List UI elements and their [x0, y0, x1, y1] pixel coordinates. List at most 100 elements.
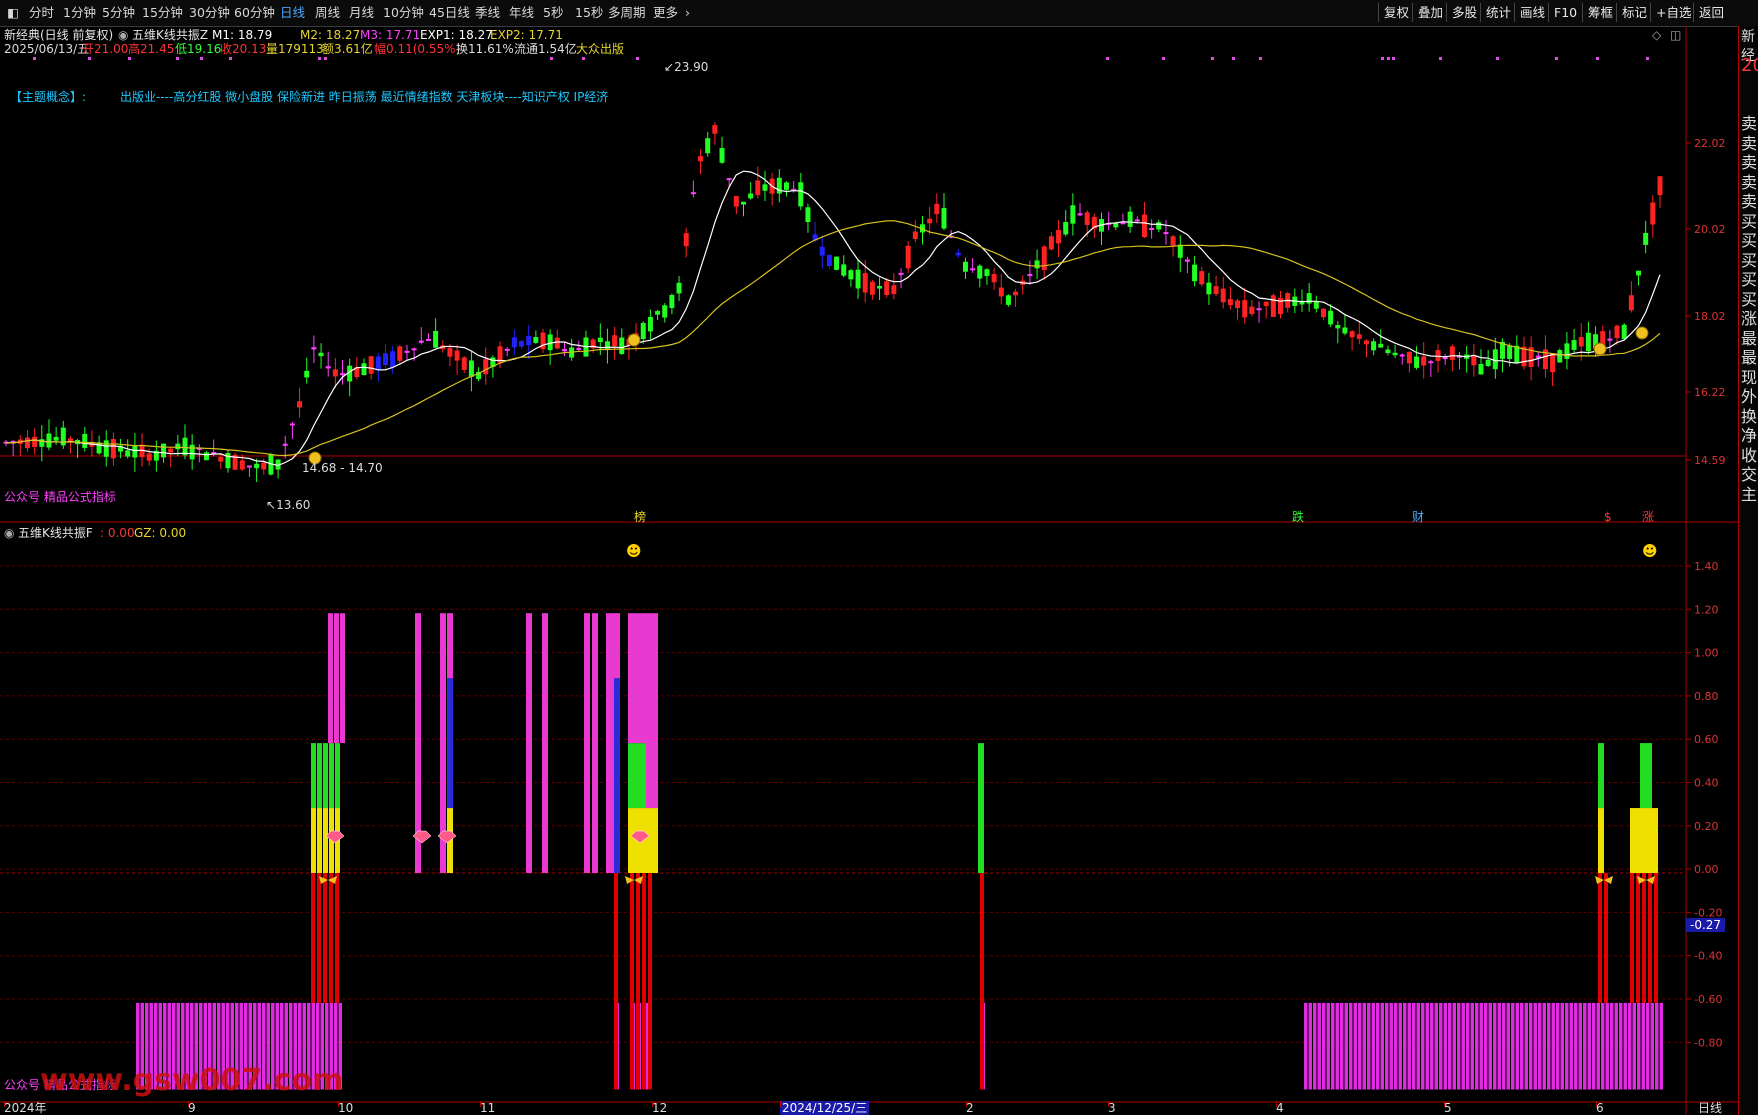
gear-icon[interactable]: ◉	[118, 28, 128, 42]
tab-5min[interactable]: 5分钟	[99, 4, 138, 22]
event-marker-bang[interactable]: 榜	[634, 510, 646, 524]
candle-body	[254, 463, 260, 469]
candle-body	[869, 281, 875, 295]
site-watermark: www.gsw007.com	[40, 1063, 344, 1098]
neg-magenta-bar	[1394, 1002, 1398, 1090]
candle-body	[103, 440, 109, 457]
window-icon[interactable]: ◧	[4, 4, 22, 22]
candle-body	[1428, 361, 1434, 364]
neg-magenta-bar	[1506, 1002, 1510, 1090]
tab-quarterly[interactable]: 季线	[472, 4, 503, 22]
pos-stack-segment	[1640, 743, 1646, 809]
neg-magenta-bar	[1434, 1002, 1438, 1090]
event-marker-die[interactable]: 跌	[1292, 510, 1304, 524]
candle-body	[189, 444, 195, 460]
pos-stack-segment	[652, 808, 658, 873]
collapse-icon[interactable]: ◇	[1652, 28, 1661, 42]
pos-stack-segment	[634, 743, 640, 809]
tab-15sec[interactable]: 15秒	[572, 4, 606, 22]
multi-stock-button[interactable]: 多股	[1446, 3, 1482, 22]
candle-body	[762, 184, 768, 191]
pos-stack-segment	[317, 808, 322, 873]
tab-30min[interactable]: 30分钟	[186, 4, 233, 22]
candle-body	[819, 246, 825, 256]
sub-gear-icon[interactable]: ◉	[4, 526, 14, 540]
candle-body	[984, 269, 990, 276]
right-panel-item: 买	[1741, 211, 1758, 231]
tab-15min[interactable]: 15分钟	[139, 4, 186, 22]
candle-body	[533, 337, 539, 343]
candle-body	[1385, 349, 1391, 354]
candle-body	[1149, 227, 1155, 230]
right-panel-item: 换	[1741, 406, 1758, 426]
candle-body	[461, 357, 467, 371]
candle-body	[411, 348, 417, 351]
neg-red-bar	[630, 1002, 634, 1090]
event-marker-cai[interactable]: 财	[1412, 510, 1424, 524]
pos-stack-segment	[634, 613, 640, 744]
right-panel-item: 最	[1741, 328, 1758, 348]
pos-stack-segment	[646, 613, 652, 809]
pos-stack-segment	[323, 743, 328, 809]
tab-10min[interactable]: 10分钟	[380, 4, 427, 22]
neg-red-bar	[311, 873, 315, 1003]
back-button[interactable]: 返回	[1693, 3, 1729, 22]
tab-45day[interactable]: 45日线	[426, 4, 473, 22]
neg-magenta-bar	[1439, 1002, 1443, 1090]
candle-body	[855, 269, 861, 289]
tab-60min[interactable]: 60分钟	[231, 4, 278, 22]
tab-1min[interactable]: 1分钟	[60, 4, 99, 22]
neg-magenta-bar	[1511, 1002, 1515, 1090]
pos-magenta-bar	[614, 613, 620, 679]
stats-button[interactable]: 统计	[1480, 3, 1516, 22]
coin-icon	[627, 333, 641, 347]
neg-magenta-bar	[1452, 1002, 1456, 1090]
pos-stack-segment	[328, 743, 333, 873]
overlay-button[interactable]: 叠加	[1412, 3, 1448, 22]
neg-magenta-bar	[1353, 1002, 1357, 1090]
candle-body	[146, 453, 152, 461]
mark-button[interactable]: 标记	[1616, 3, 1652, 22]
tab-more[interactable]: 更多	[650, 4, 681, 22]
tab-5sec[interactable]: 5秒	[540, 4, 566, 22]
pos-stack-segment	[1646, 808, 1652, 873]
neg-magenta-bar	[1461, 1002, 1465, 1090]
candle-body	[1485, 359, 1491, 366]
tab-multi-period[interactable]: 多周期	[605, 4, 649, 22]
chart-canvas[interactable]: 22.02 20.02 18.02 16.22 14.59 1.40 1.20 1.00 0.8…	[0, 26, 1738, 1115]
pos-stack-segment	[317, 743, 322, 809]
right-info-panel: 新经 20 卖卖卖卖卖买买买买买涨最最现外换净收交主	[1738, 26, 1758, 1115]
pos-magenta-bar	[606, 613, 612, 873]
neg-magenta-bar	[1569, 1002, 1573, 1090]
tab-yearly[interactable]: 年线	[506, 4, 537, 22]
indicator-name[interactable]: 五维K线共振Z	[132, 28, 208, 42]
candle-body	[934, 203, 940, 215]
event-marker-dollar[interactable]: $	[1604, 510, 1612, 524]
neg-magenta-bar	[1403, 1002, 1407, 1090]
sub-tick-label: 1.20	[1694, 603, 1719, 616]
neg-magenta-bar	[1655, 1002, 1659, 1090]
chevron-right-icon[interactable]: ›	[682, 4, 693, 22]
neg-red-bar	[335, 873, 339, 1003]
f10-button[interactable]: F10	[1548, 3, 1582, 22]
right-panel-item: 最	[1741, 348, 1758, 367]
candle-body	[1550, 353, 1556, 373]
draw-line-button[interactable]: 画线	[1514, 3, 1550, 22]
pink-marker-dot	[1555, 57, 1558, 60]
pos-stack-segment	[646, 808, 652, 873]
neg-magenta-bar	[1497, 1002, 1501, 1090]
fuquan-button[interactable]: 复权	[1378, 3, 1414, 22]
quote-float-cap: 流通1.54亿	[514, 42, 577, 56]
tab-monthly[interactable]: 月线	[346, 4, 377, 22]
sub-indicator-name[interactable]: 五维K线共振F	[18, 526, 93, 540]
pink-marker-dot	[1646, 57, 1649, 60]
add-watchlist-button[interactable]: +自选	[1650, 3, 1696, 22]
tab-fenshi[interactable]: 分时	[26, 4, 57, 22]
window-toggle-icon[interactable]: ◫	[1670, 28, 1681, 42]
candle-body	[612, 335, 618, 346]
chip-frame-button[interactable]: 筹框	[1582, 3, 1618, 22]
tab-daily[interactable]: 日线	[277, 4, 308, 22]
right-panel-item: 收	[1741, 445, 1758, 465]
tab-weekly[interactable]: 周线	[312, 4, 343, 22]
event-marker-zhang[interactable]: 涨	[1642, 510, 1654, 524]
